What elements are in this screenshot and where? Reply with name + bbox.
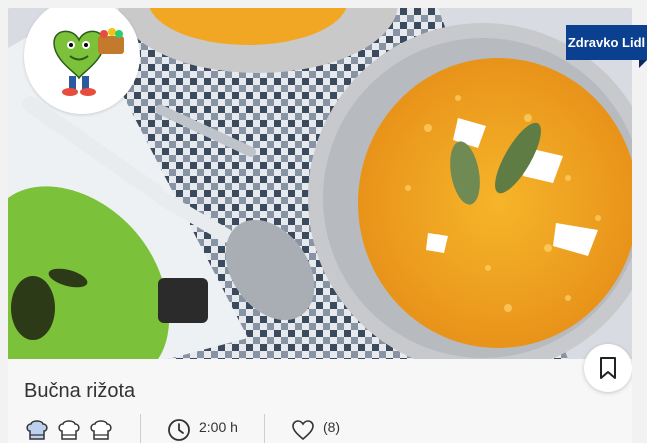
cooking-time-value: 2:00 h [199,419,238,435]
bookmark-button[interactable] [584,344,632,392]
difficulty-rating [24,417,114,443]
chef-hat-icon [58,420,80,440]
likes[interactable]: (8) [291,419,340,441]
chef-hat-icon [26,420,48,440]
zdravko-lidl-logo [24,8,140,114]
chef-hat-icon [90,420,112,440]
recipe-card[interactable]: Bučna rižota 2:00 h (8) [8,8,632,443]
badge-fold [639,60,647,68]
bookmark-icon [600,357,616,379]
clock-icon [168,419,190,441]
recipe-title[interactable]: Bučna rižota [24,380,135,403]
meta-divider [140,414,141,443]
cooking-time: 2:00 h [167,418,238,442]
recipe-meta: 2:00 h (8) [24,413,340,443]
meta-divider [263,414,265,443]
zdravko-mascot-icon [53,28,124,96]
zdravko-lidl-badge: Zdravko Lidl [566,25,647,60]
likes-count: (8) [322,419,341,435]
heart-icon[interactable] [291,419,315,441]
